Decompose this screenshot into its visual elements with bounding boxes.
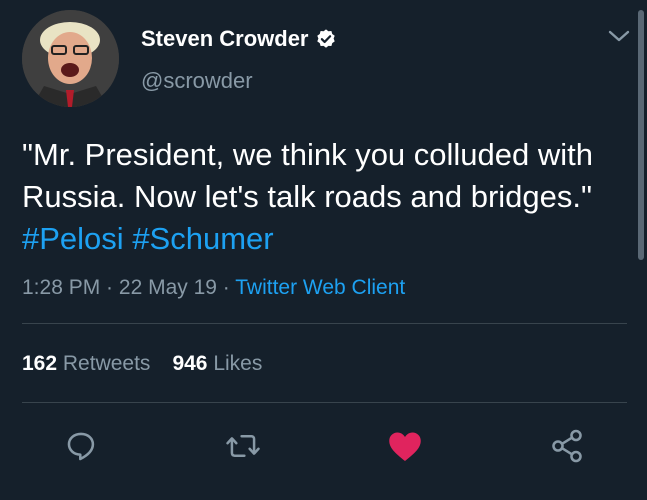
tweet-detail: Steven Crowder @scrowder "Mr. President,… (0, 0, 647, 500)
likes-count: 946 (172, 352, 208, 375)
likes-stat[interactable]: 946 Likes (172, 352, 262, 375)
engagement-stats: 162 Retweets 946 Likes (22, 350, 262, 378)
tweet-client-link[interactable]: Twitter Web Client (235, 276, 405, 299)
divider (22, 323, 627, 324)
retweets-count: 162 (22, 352, 58, 375)
likes-label: Likes (213, 352, 263, 375)
retweet-icon[interactable] (223, 426, 263, 466)
hashtag-schumer[interactable]: #Schumer (132, 221, 273, 256)
retweets-label: Retweets (62, 352, 151, 375)
hashtag-pelosi[interactable]: #Pelosi (22, 221, 124, 256)
retweets-stat[interactable]: 162 Retweets (22, 352, 150, 375)
tweet-text: "Mr. President, we think you colluded wi… (22, 134, 622, 260)
chevron-down-icon[interactable] (606, 25, 632, 47)
display-name-text: Steven Crowder (141, 26, 309, 51)
tweet-text-body: "Mr. President, we think you colluded wi… (22, 137, 594, 214)
heart-filled-icon[interactable] (385, 426, 425, 466)
tweet-date: 22 May 19 (118, 276, 217, 299)
tweet-time: 1:28 PM (22, 276, 101, 299)
meta-separator: · (216, 276, 236, 299)
reply-bubble-icon[interactable] (61, 426, 101, 466)
meta-separator: · (100, 276, 119, 299)
verified-badge-icon (315, 28, 337, 50)
divider (22, 402, 627, 403)
avatar[interactable] (22, 10, 119, 107)
scrollbar[interactable] (638, 10, 644, 260)
share-nodes-icon[interactable] (547, 426, 587, 466)
user-handle[interactable]: @scrowder (141, 67, 253, 95)
avatar-photo (22, 10, 119, 107)
display-name[interactable]: Steven Crowder (141, 25, 337, 53)
action-bar (0, 426, 647, 466)
tweet-meta: 1:28 PM · 22 May 19 · Twitter Web Client (22, 274, 405, 302)
